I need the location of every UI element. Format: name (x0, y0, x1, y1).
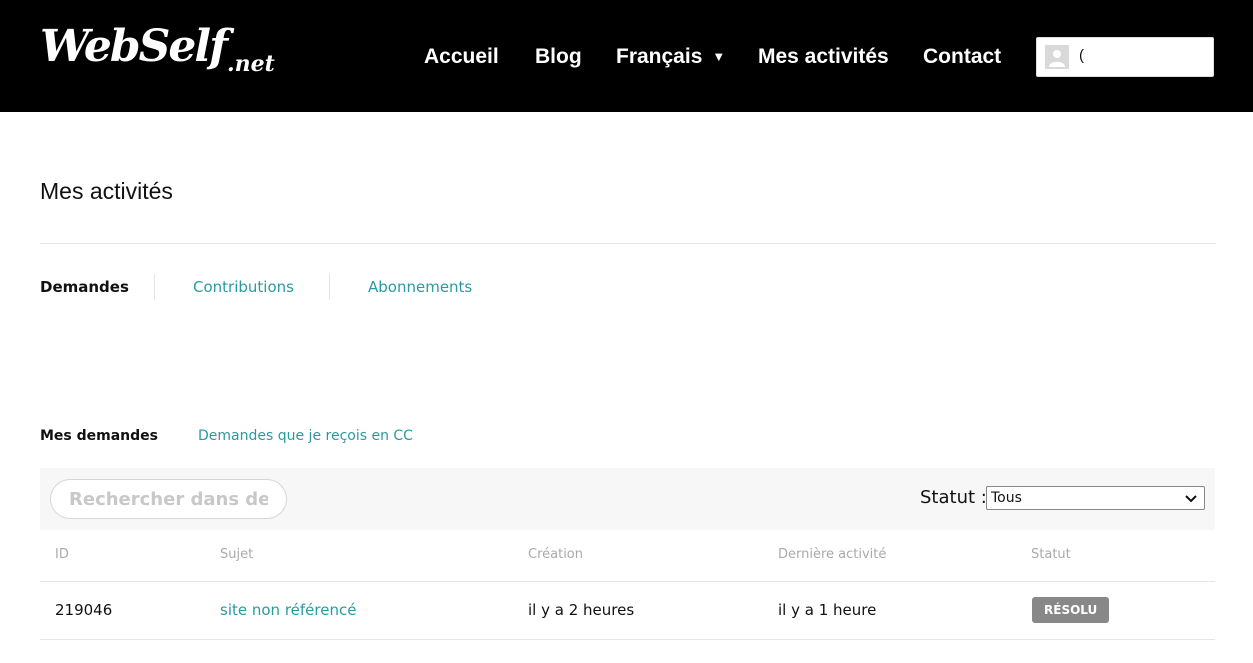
tab-divider (329, 274, 330, 300)
nav-language-dropdown[interactable]: Français ▼ (616, 42, 725, 72)
cell-last-activity: il y a 1 heure (778, 601, 877, 619)
webself-logo[interactable]: WebSelf.net (40, 22, 275, 89)
table-header: ID Sujet Création Dernière activité Stat… (40, 530, 1215, 582)
user-name: ( (1079, 47, 1084, 64)
statut-select[interactable]: Tous (986, 486, 1205, 510)
nav-contact[interactable]: Contact (923, 42, 1001, 72)
user-avatar-icon (1045, 45, 1069, 69)
caret-down-icon: ▼ (712, 49, 726, 64)
title-divider (40, 243, 1215, 244)
tab-contributions[interactable]: Contributions (193, 274, 294, 300)
site-header: WebSelf.net Accueil Blog Français ▼ Mes a… (0, 0, 1253, 112)
cell-subject-link[interactable]: site non référencé (220, 601, 356, 619)
subtab-demandes-cc[interactable]: Demandes que je reçois en CC (198, 424, 413, 448)
nav-mes-activites[interactable]: Mes activités (758, 42, 889, 72)
page-title: Mes activités (40, 178, 173, 204)
nav-blog[interactable]: Blog (535, 42, 582, 72)
tab-demandes[interactable]: Demandes (40, 274, 129, 300)
column-header-statut[interactable]: Statut (1031, 547, 1071, 562)
nav-accueil[interactable]: Accueil (424, 42, 499, 72)
tab-divider (154, 274, 155, 300)
column-header-sujet[interactable]: Sujet (220, 547, 253, 562)
tab-abonnements[interactable]: Abonnements (368, 274, 472, 300)
user-menu[interactable]: ( (1036, 37, 1214, 77)
statut-label: Statut : (920, 487, 987, 508)
search-input[interactable] (50, 479, 287, 519)
column-header-id[interactable]: ID (55, 547, 69, 562)
status-badge: RÉSOLU (1032, 597, 1110, 623)
column-header-derniere-activite[interactable]: Dernière activité (778, 547, 886, 562)
chevron-down-icon (1185, 495, 1197, 503)
table-row[interactable]: 219046 site non référencé il y a 2 heure… (40, 582, 1215, 640)
filter-bar: Statut : Tous (40, 468, 1215, 530)
statut-selected-value: Tous (991, 490, 1022, 506)
subtab-mes-demandes[interactable]: Mes demandes (40, 424, 158, 448)
cell-created: il y a 2 heures (528, 601, 635, 619)
column-header-creation[interactable]: Création (528, 547, 583, 562)
nav-language-label: Français (616, 45, 703, 68)
cell-id: 219046 (55, 601, 113, 619)
